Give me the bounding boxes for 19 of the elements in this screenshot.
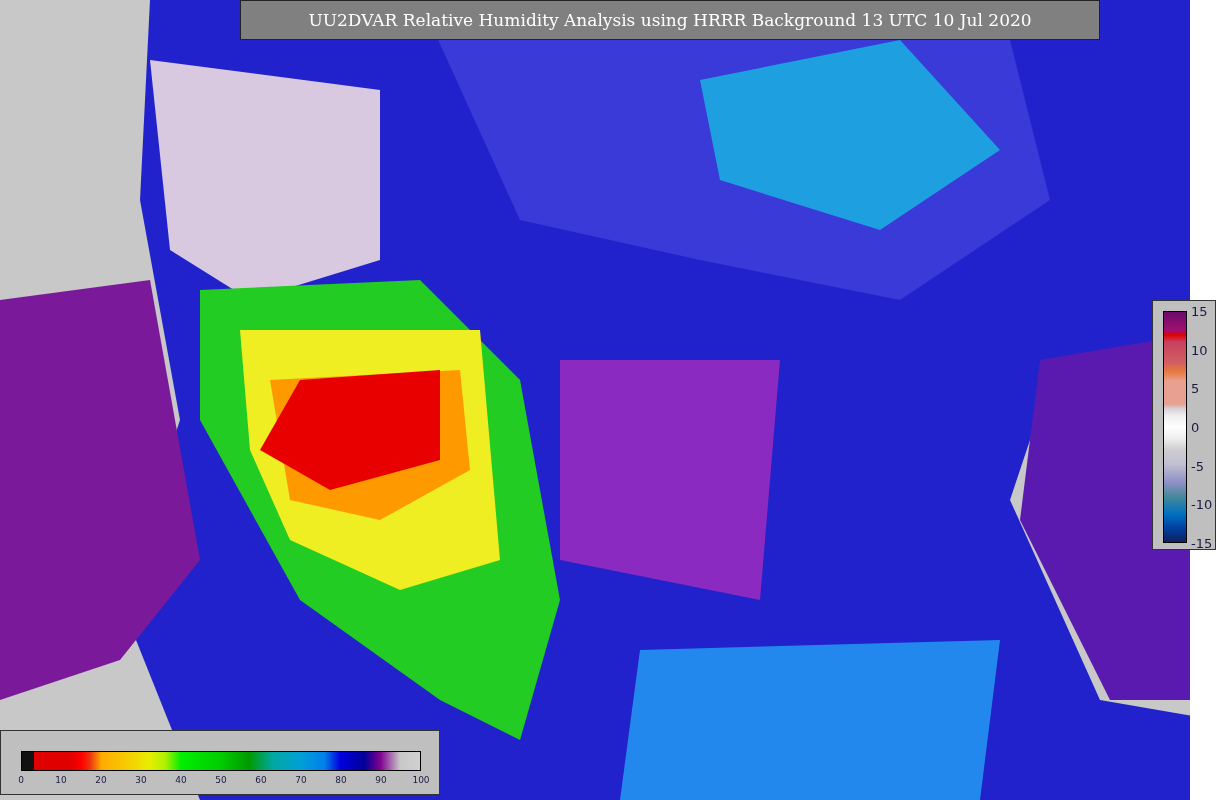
colorbar-tick-label: 20 bbox=[95, 775, 107, 785]
colorbar-tick-label: 90 bbox=[375, 775, 387, 785]
colorbar-tick-label: 15 bbox=[1191, 303, 1208, 319]
colorbar-tick-label: 10 bbox=[1191, 342, 1208, 358]
colorbar-tick-label: -5 bbox=[1191, 458, 1204, 474]
colorbar-tick-label: 30 bbox=[135, 775, 147, 785]
colorbar-tick-label: -10 bbox=[1191, 496, 1213, 512]
colorbar-tick-label: 80 bbox=[335, 775, 347, 785]
colorbar-tick-label: 0 bbox=[18, 775, 24, 785]
colorbar-tick-label: 70 bbox=[295, 775, 307, 785]
colorbar-tick-label: 50 bbox=[215, 775, 227, 785]
colorbar-tick-label: 40 bbox=[175, 775, 187, 785]
colorbar-tick-label: 0 bbox=[1191, 419, 1200, 435]
colorbar-tick-label: -15 bbox=[1191, 535, 1213, 551]
colorbar-tick-label: 60 bbox=[255, 775, 267, 785]
map-title: UU2DVAR Relative Humidity Analysis using HRRR Background 13 UTC 10 Jul 2020 bbox=[240, 0, 1100, 40]
colorbar-tick-label: 100 bbox=[412, 775, 430, 785]
colorbar-tick-label: 10 bbox=[55, 775, 67, 785]
colorbar-tick-label: 5 bbox=[1191, 380, 1200, 396]
